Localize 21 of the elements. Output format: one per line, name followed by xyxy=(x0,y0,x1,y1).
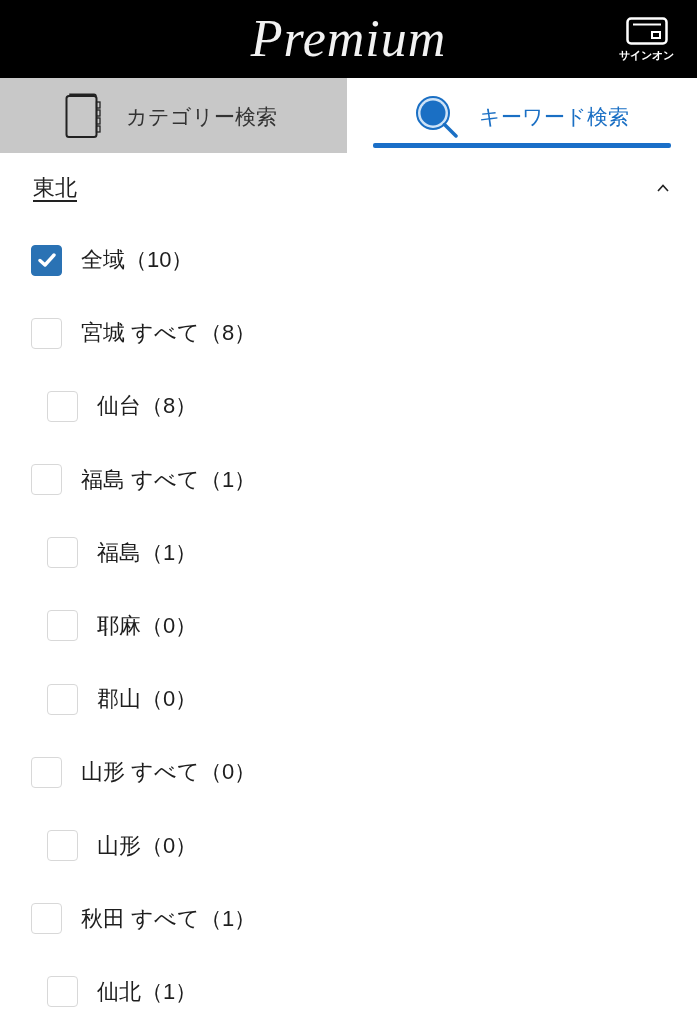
chevron-icon[interactable] xyxy=(657,183,669,193)
card-icon xyxy=(625,17,668,45)
sign-on-button[interactable]: サインオン xyxy=(619,17,674,61)
checkbox-label[interactable]: 宮城 すべて（8） xyxy=(81,322,257,345)
checkbox-label[interactable]: 耶麻（0） xyxy=(97,614,198,637)
checkbox-label[interactable]: 仙台（8） xyxy=(97,395,198,418)
checkbox-label[interactable]: 山形（0） xyxy=(97,834,198,857)
region-title[interactable]: 東北 xyxy=(33,177,77,199)
tab[interactable]: カテゴリー検索 xyxy=(0,78,347,153)
checkbox-label[interactable]: 福島（1） xyxy=(97,541,198,564)
checkbox-label[interactable]: 秋田 すべて（1） xyxy=(81,907,257,930)
logo: Premium xyxy=(250,13,447,65)
notebook-icon xyxy=(64,93,101,139)
checkbox-label[interactable]: 全域（10） xyxy=(81,249,194,271)
checkbox-label[interactable]: 山形 すべて（0） xyxy=(81,761,257,784)
checkbox-label[interactable]: 福島 すべて（1） xyxy=(81,468,257,491)
checkbox[interactable] xyxy=(31,244,62,276)
checkbox-label[interactable]: 郡山（0） xyxy=(97,688,198,711)
search-icon xyxy=(415,94,458,138)
checkbox-label[interactable]: 仙北（1） xyxy=(97,980,198,1003)
check-icon xyxy=(37,252,56,268)
